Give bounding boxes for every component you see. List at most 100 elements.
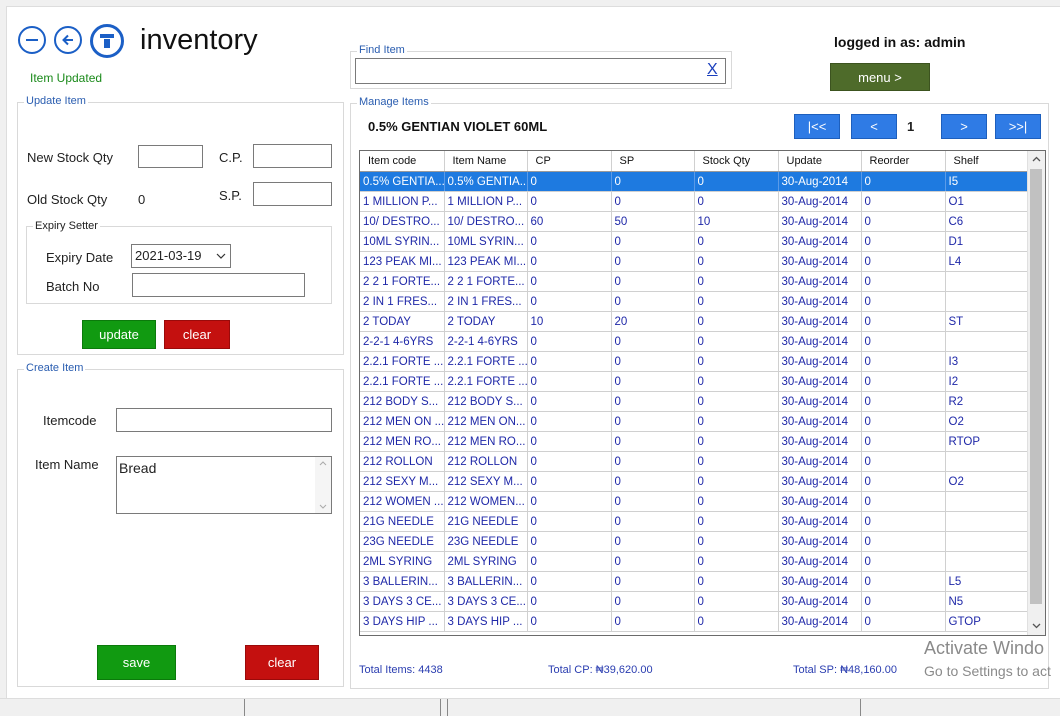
table-cell[interactable]: 2ML SYRING	[360, 551, 445, 572]
table-cell[interactable]: 21G NEEDLE	[360, 511, 445, 532]
table-row[interactable]: 212 ROLLON 212 ROLLON 0 0 0 30-Aug-2014 0	[360, 451, 1029, 472]
table-cell[interactable]: 0	[861, 411, 946, 432]
table-cell[interactable]: 30-Aug-2014	[778, 231, 862, 252]
table-cell[interactable]: 212 BODY S...	[360, 391, 445, 412]
table-row[interactable]: 212 MEN RO... 212 MEN RO... 0 0 0 30-Aug-2014…	[360, 431, 1029, 452]
table-row[interactable]: 3 DAYS HIP ... 3 DAYS HIP ... 0 0 0 30-Aug-20…	[360, 611, 1029, 632]
table-cell[interactable]: 212 ROLLON	[444, 451, 528, 472]
table-cell[interactable]: 0	[694, 531, 779, 552]
table-cell[interactable]	[945, 491, 1029, 512]
table-cell[interactable]: 23G NEEDLE	[444, 531, 528, 552]
table-cell[interactable]: 10ML SYRIN...	[360, 231, 445, 252]
table-cell[interactable]: 10	[527, 311, 612, 332]
table-cell[interactable]: 0	[611, 471, 695, 492]
back-button[interactable]	[54, 26, 82, 54]
table-cell[interactable]: 30-Aug-2014	[778, 591, 862, 612]
table-cell[interactable]: O1	[945, 191, 1029, 212]
table-cell[interactable]: 0	[861, 431, 946, 452]
table-cell[interactable]: 0.5% GENTIA...	[444, 171, 528, 192]
table-cell[interactable]: 60	[527, 211, 612, 232]
table-row[interactable]: 212 BODY S... 212 BODY S... 0 0 0 30-Aug-2014…	[360, 391, 1029, 412]
table-cell[interactable]: 30-Aug-2014	[778, 571, 862, 592]
table-cell[interactable]: 2.2.1 FORTE ...	[360, 351, 445, 372]
table-cell[interactable]: 0	[861, 331, 946, 352]
table-row[interactable]: 2 IN 1 FRES... 2 IN 1 FRES... 0 0 0 30-Aug-20…	[360, 291, 1029, 312]
table-cell[interactable]: 0	[611, 391, 695, 412]
column-header[interactable]: Stock Qty	[694, 151, 779, 172]
item-name-textarea[interactable]: Bread	[116, 456, 332, 514]
menu-button[interactable]: menu >	[830, 63, 930, 91]
table-cell[interactable]: 0	[694, 611, 779, 632]
save-button[interactable]: save	[97, 645, 176, 680]
table-cell[interactable]: O2	[945, 411, 1029, 432]
table-row[interactable]: 0.5% GENTIA... 0.5% GENTIA... 0 0 0 30-Aug-20…	[360, 171, 1029, 192]
table-cell[interactable]: 123 PEAK MI...	[444, 251, 528, 272]
sp-input[interactable]	[253, 182, 332, 206]
table-cell[interactable]: 30-Aug-2014	[778, 191, 862, 212]
table-cell[interactable]: 20	[611, 311, 695, 332]
table-cell[interactable]: 0	[527, 371, 612, 392]
table-cell[interactable]: 30-Aug-2014	[778, 311, 862, 332]
table-cell[interactable]: 3 DAYS 3 CE...	[360, 591, 445, 612]
table-cell[interactable]: 10/ DESTRO...	[444, 211, 528, 232]
column-header[interactable]: Update	[778, 151, 862, 172]
table-cell[interactable]: 30-Aug-2014	[778, 431, 862, 452]
table-cell[interactable]: I5	[945, 171, 1029, 192]
textarea-scrollbar[interactable]	[315, 457, 331, 513]
table-cell[interactable]: 0	[694, 171, 779, 192]
table-cell[interactable]: GTOP	[945, 611, 1029, 632]
table-cell[interactable]: 212 WOMEN...	[444, 491, 528, 512]
table-cell[interactable]: 30-Aug-2014	[778, 391, 862, 412]
table-cell[interactable]: 0	[611, 431, 695, 452]
table-cell[interactable]: 3 DAYS 3 CE...	[444, 591, 528, 612]
table-cell[interactable]: 30-Aug-2014	[778, 611, 862, 632]
table-cell[interactable]: 0	[611, 531, 695, 552]
table-cell[interactable]: 30-Aug-2014	[778, 491, 862, 512]
update-button[interactable]: update	[82, 320, 156, 349]
table-cell[interactable]: 2 IN 1 FRES...	[360, 291, 445, 312]
table-cell[interactable]: 0	[527, 551, 612, 572]
table-cell[interactable]: 3 DAYS HIP ...	[444, 611, 528, 632]
itemcode-input[interactable]	[116, 408, 332, 432]
table-cell[interactable]: 0	[694, 331, 779, 352]
table-cell[interactable]	[945, 511, 1029, 532]
table-cell[interactable]: 0	[861, 371, 946, 392]
table-cell[interactable]: 212 MEN ON...	[444, 411, 528, 432]
find-item-input[interactable]	[355, 58, 726, 84]
table-cell[interactable]: 0	[527, 191, 612, 212]
table-cell[interactable]: 0	[527, 231, 612, 252]
table-row[interactable]: 3 BALLERIN... 3 BALLERIN... 0 0 0 30-Aug-2014…	[360, 571, 1029, 592]
table-cell[interactable]: 0	[527, 411, 612, 432]
table-cell[interactable]: 0	[611, 611, 695, 632]
table-cell[interactable]: 0	[861, 591, 946, 612]
table-cell[interactable]: 212 BODY S...	[444, 391, 528, 412]
expiry-date-picker[interactable]: 2021-03-19	[131, 244, 231, 268]
table-cell[interactable]: 30-Aug-2014	[778, 511, 862, 532]
table-cell[interactable]: 10	[694, 211, 779, 232]
table-cell[interactable]: 2.2.1 FORTE ...	[444, 351, 528, 372]
grid-vertical-scrollbar[interactable]	[1027, 151, 1045, 635]
table-cell[interactable]: 212 SEXY M...	[444, 471, 528, 492]
next-page-button[interactable]: >	[941, 114, 987, 139]
minimize-button[interactable]	[18, 26, 46, 54]
table-cell[interactable]: 2 2 1 FORTE...	[360, 271, 445, 292]
table-cell[interactable]: 0	[611, 411, 695, 432]
table-cell[interactable]: 30-Aug-2014	[778, 551, 862, 572]
prev-page-button[interactable]: <	[851, 114, 897, 139]
table-cell[interactable]: R2	[945, 391, 1029, 412]
table-row[interactable]: 2.2.1 FORTE ... 2.2.1 FORTE ... 0 0 0 30-Aug-…	[360, 371, 1029, 392]
table-cell[interactable]: 30-Aug-2014	[778, 531, 862, 552]
table-row[interactable]: 1 MILLION P... 1 MILLION P... 0 0 0 30-Aug-20…	[360, 191, 1029, 212]
table-cell[interactable]: C6	[945, 211, 1029, 232]
column-header[interactable]: SP	[611, 151, 695, 172]
table-cell[interactable]: 0	[527, 331, 612, 352]
table-row[interactable]: 3 DAYS 3 CE... 3 DAYS 3 CE... 0 0 0 30-Aug-20…	[360, 591, 1029, 612]
table-cell[interactable]: 0	[611, 551, 695, 572]
table-cell[interactable]: 30-Aug-2014	[778, 171, 862, 192]
table-cell[interactable]: 0	[611, 191, 695, 212]
table-cell[interactable]: O2	[945, 471, 1029, 492]
new-stock-input[interactable]	[138, 145, 203, 168]
table-cell[interactable]: 2-2-1 4-6YRS	[360, 331, 445, 352]
table-row[interactable]: 21G NEEDLE 21G NEEDLE 0 0 0 30-Aug-2014 0	[360, 511, 1029, 532]
table-cell[interactable]: 123 PEAK MI...	[360, 251, 445, 272]
